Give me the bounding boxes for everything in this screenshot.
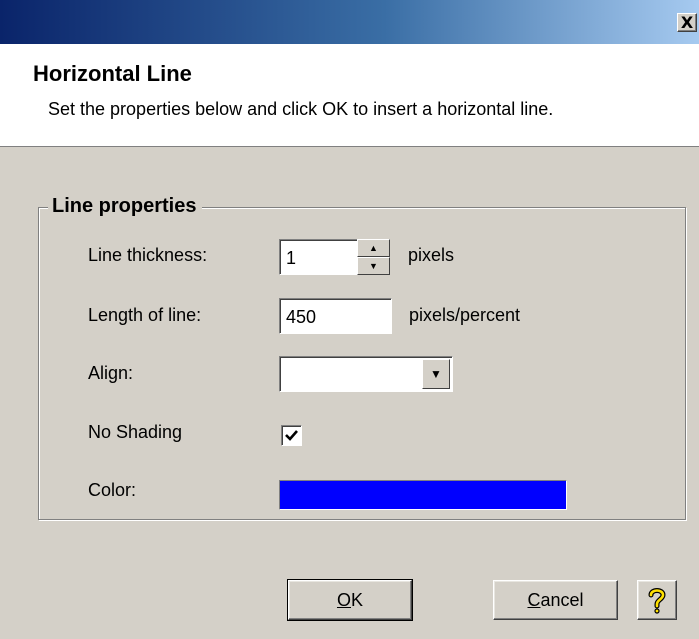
ok-label-rest: K [351, 589, 364, 610]
line-length-input[interactable] [279, 298, 392, 334]
line-thickness-unit: pixels [408, 245, 455, 265]
line-thickness-input[interactable] [279, 239, 359, 275]
ok-mnemonic: O [336, 589, 351, 610]
cancel-mnemonic: C [527, 589, 541, 610]
line-length-unit: pixels/percent [409, 305, 521, 325]
line-thickness-label: Line thickness: [88, 245, 208, 265]
cancel-button[interactable]: Cancel [493, 580, 618, 620]
group-legend: Line properties [48, 195, 203, 218]
align-select[interactable]: ▼ [279, 356, 453, 392]
title-bar: X [0, 0, 699, 44]
align-dropdown-button[interactable]: ▼ [422, 359, 450, 389]
align-label: Align: [88, 363, 134, 383]
question-icon [648, 588, 666, 614]
dialog-description: Set the properties below and click OK to… [48, 99, 554, 119]
cancel-label-rest: ancel [540, 589, 584, 610]
dialog-header: Horizontal Line Set the properties below… [0, 44, 699, 147]
ok-button[interactable]: OK [287, 579, 413, 621]
spin-down-button[interactable]: ▼ [357, 257, 390, 275]
close-button[interactable]: X [677, 13, 697, 32]
spin-up-button[interactable]: ▲ [357, 239, 390, 257]
dialog-title: Horizontal Line [33, 61, 192, 86]
color-swatch[interactable] [279, 480, 567, 510]
close-icon: X [680, 12, 694, 32]
line-thickness-spinner: ▲ ▼ [357, 239, 390, 275]
no-shading-label: No Shading [88, 422, 183, 442]
chevron-down-icon: ▼ [430, 367, 442, 381]
spin-down-icon: ▼ [369, 260, 378, 271]
line-length-label: Length of line: [88, 305, 202, 325]
checkmark-icon [285, 430, 298, 441]
color-label: Color: [88, 480, 137, 500]
no-shading-checkbox[interactable] [281, 425, 302, 446]
spin-up-icon: ▲ [369, 242, 378, 253]
help-button[interactable] [637, 580, 677, 620]
